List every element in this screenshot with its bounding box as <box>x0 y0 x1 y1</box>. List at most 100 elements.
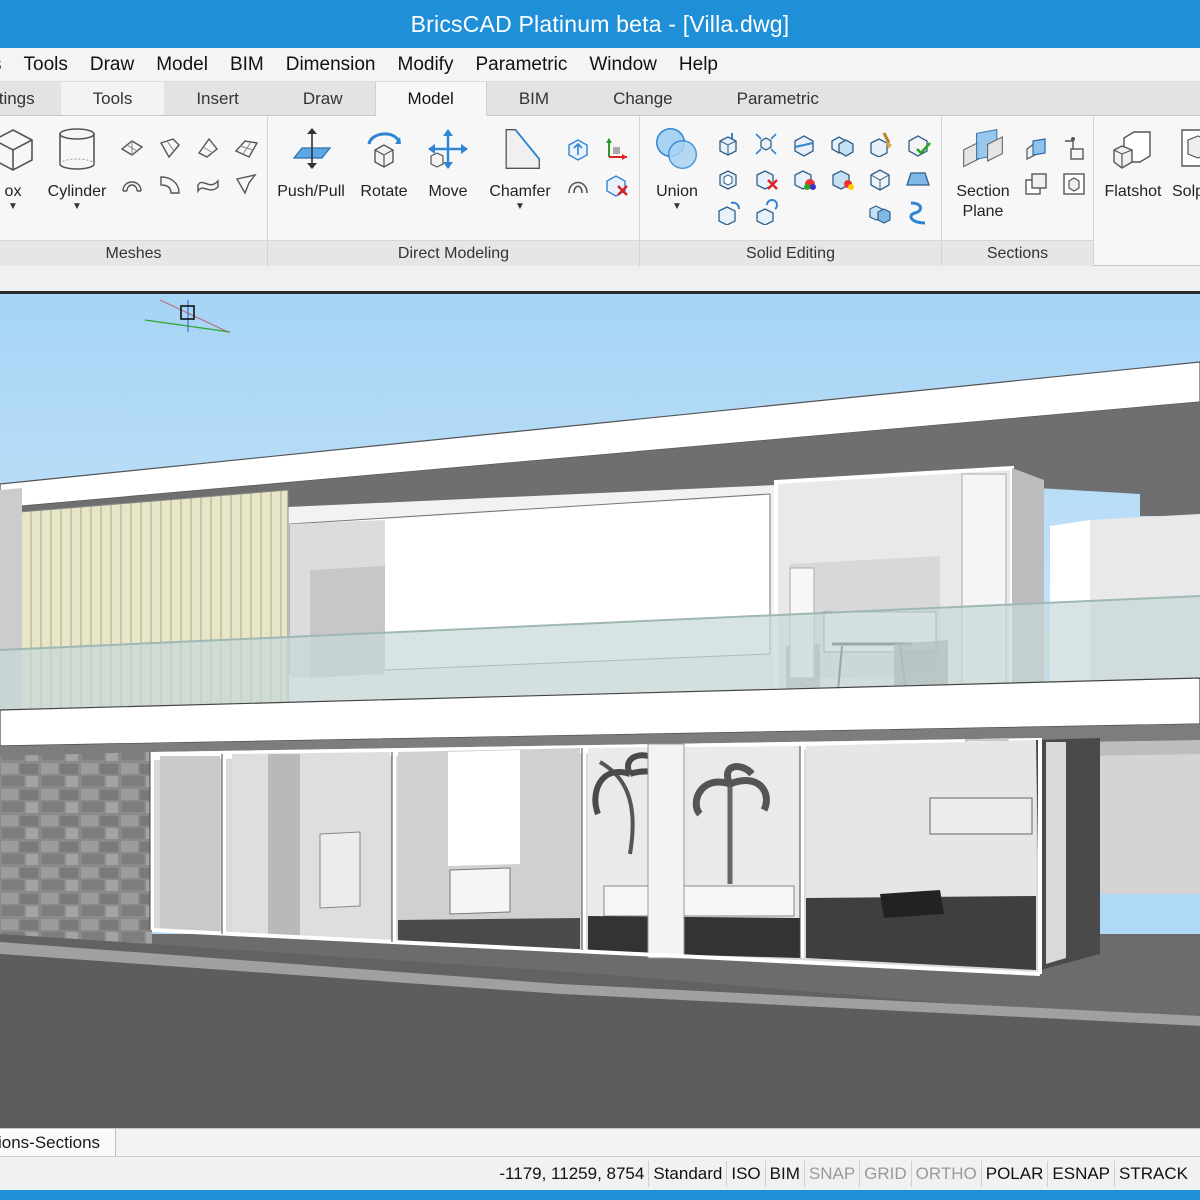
status-bim[interactable]: BIM <box>766 1160 805 1187</box>
menu-tools[interactable]: Tools <box>13 54 79 76</box>
solid-clean-icon[interactable] <box>866 130 894 158</box>
box-button[interactable]: ox ▼ <box>0 126 38 212</box>
cylinder-button[interactable]: Cylinder ▼ <box>44 126 110 212</box>
section-box-icon[interactable] <box>1060 170 1088 198</box>
tab-change[interactable]: Change <box>581 82 705 115</box>
tab-model[interactable]: Model <box>374 82 487 116</box>
status-standard[interactable]: Standard <box>649 1160 728 1187</box>
group-meshes: ox ▼ Cylinder ▼ Meshes <box>0 116 268 266</box>
menu-dimension[interactable]: Dimension <box>275 54 387 76</box>
villa-3d-model <box>0 294 1200 1128</box>
group-label-direct-modeling: Direct Modeling <box>268 240 639 266</box>
union-icon <box>654 126 700 172</box>
mesh-tabulated-icon[interactable] <box>156 170 184 198</box>
chevron-down-icon: ▼ <box>672 201 682 212</box>
menu-draw[interactable]: Draw <box>79 54 145 76</box>
push-pull-button[interactable]: Push/Pull <box>276 126 346 202</box>
mesh-plane-icon[interactable] <box>118 134 146 162</box>
flatshot-button[interactable]: Flatshot <box>1100 126 1166 202</box>
status-ortho-toggle[interactable]: ORTHO <box>912 1160 982 1187</box>
mesh-revolve-icon[interactable] <box>118 170 146 198</box>
status-polar-toggle[interactable]: POLAR <box>982 1160 1049 1187</box>
solid-slice-icon[interactable] <box>790 130 818 158</box>
blank-slot <box>790 198 818 226</box>
status-snap-toggle[interactable]: SNAP <box>805 1160 861 1187</box>
section-plane-label: Section Plane <box>956 183 1010 220</box>
box-icon <box>0 126 36 172</box>
menu-modify[interactable]: Modify <box>387 54 465 76</box>
flatshot-label: Flatshot <box>1104 183 1162 200</box>
solid-offset-icon[interactable] <box>752 198 780 226</box>
menu-bim[interactable]: BIM <box>219 54 275 76</box>
cylinder-label: Cylinder <box>47 183 107 200</box>
push-pull-label: Push/Pull <box>277 183 345 200</box>
solid-check-icon[interactable] <box>904 130 932 158</box>
push-pull-icon <box>288 126 334 172</box>
solid-move-face-icon[interactable] <box>904 198 932 226</box>
status-bar: -1179, 11259, 8754 Standard ISO BIM SNAP… <box>0 1156 1200 1190</box>
solid-copy-icon[interactable] <box>866 198 894 226</box>
solid-colorface-icon[interactable] <box>828 164 856 192</box>
flatshot-icon <box>1110 126 1156 172</box>
mesh-ruled-icon[interactable] <box>156 134 184 162</box>
menu-settings[interactable]: s <box>0 54 13 76</box>
solid-color-icon[interactable] <box>790 164 818 192</box>
layout-tab-sections[interactable]: ions-Sections <box>0 1129 116 1156</box>
section-view-icon[interactable] <box>1022 134 1050 162</box>
blank-slot <box>828 198 856 226</box>
union-button[interactable]: Union ▼ <box>646 126 708 212</box>
status-grid-toggle[interactable]: GRID <box>860 1160 912 1187</box>
tab-draw[interactable]: Draw <box>271 82 375 115</box>
rotate-button[interactable]: Rotate <box>352 126 416 202</box>
solid-editing-small-tools <box>714 130 932 226</box>
menu-model[interactable]: Model <box>145 54 219 76</box>
chamfer-icon <box>497 126 543 172</box>
solid-extrude-icon[interactable] <box>714 130 742 158</box>
chamfer-label: Chamfer <box>489 183 551 200</box>
group-sections: Section Plane Sections <box>942 116 1094 266</box>
rotate-icon <box>361 126 407 172</box>
solprof-button[interactable]: Solp <box>1172 126 1200 202</box>
mesh-coons-icon[interactable] <box>232 170 260 198</box>
status-strack-toggle[interactable]: STRACK <box>1115 1161 1192 1187</box>
window-bottom-border <box>0 1190 1200 1200</box>
group-label-sections: Sections <box>942 240 1093 266</box>
solid-taper-icon[interactable] <box>904 164 932 192</box>
tab-settings[interactable]: ttings <box>0 82 61 115</box>
move-button[interactable]: Move <box>420 126 476 202</box>
mesh-twist-icon[interactable] <box>194 170 222 198</box>
tab-bim[interactable]: BIM <box>487 82 581 115</box>
solprof-label: Solp <box>1172 183 1200 200</box>
model-viewport[interactable] <box>0 294 1200 1128</box>
solprof-icon <box>1172 126 1200 172</box>
solid-interfere-icon[interactable] <box>828 130 856 158</box>
tab-insert[interactable]: Insert <box>164 82 271 115</box>
solid-delete-icon[interactable] <box>752 164 780 192</box>
chamfer-button[interactable]: Chamfer ▼ <box>482 126 558 212</box>
solid-rotate-face-icon[interactable] <box>714 198 742 226</box>
section-settings-icon[interactable] <box>1060 134 1088 162</box>
menu-parametric[interactable]: Parametric <box>464 54 578 76</box>
ucs-axes-icon[interactable] <box>602 134 630 162</box>
solid-explode-icon[interactable] <box>752 130 780 158</box>
chevron-down-icon: ▼ <box>72 201 82 212</box>
status-esnap-toggle[interactable]: ESNAP <box>1048 1160 1116 1187</box>
group-label-meshes: Meshes <box>0 240 267 266</box>
direct-modeling-small-tools <box>564 134 630 198</box>
extrude-face-icon[interactable] <box>564 134 592 162</box>
mesh-wedge-icon[interactable] <box>194 134 222 162</box>
menu-help[interactable]: Help <box>668 54 729 76</box>
delete-face-icon[interactable] <box>602 170 630 198</box>
mesh-edge-icon[interactable] <box>232 134 260 162</box>
section-plane-button[interactable]: Section Plane <box>948 126 1018 222</box>
section-copy-icon[interactable] <box>1022 170 1050 198</box>
solid-shell-icon[interactable] <box>714 164 742 192</box>
menu-window[interactable]: Window <box>578 54 668 76</box>
solid-separate-icon[interactable] <box>866 164 894 192</box>
viewport-header-bar <box>0 266 1200 294</box>
imprint-icon[interactable] <box>564 170 592 198</box>
chevron-down-icon: ▼ <box>515 201 525 212</box>
tab-tools[interactable]: Tools <box>60 82 165 115</box>
status-iso[interactable]: ISO <box>727 1160 766 1187</box>
tab-parametric[interactable]: Parametric <box>705 82 851 115</box>
